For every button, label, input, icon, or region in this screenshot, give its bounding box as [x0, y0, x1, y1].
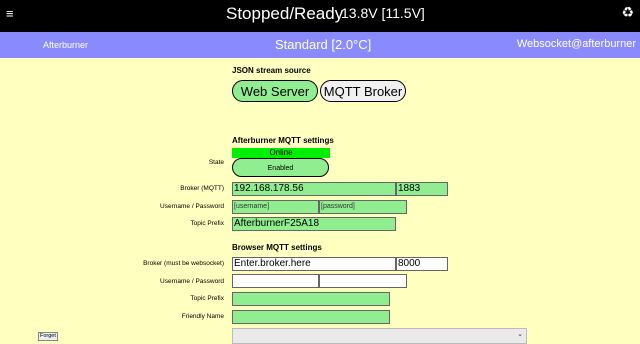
- browser-password-field[interactable]: [319, 274, 407, 288]
- recycle-icon[interactable]: ♻: [621, 4, 634, 21]
- browser-topic-label: Topic Prefix: [190, 295, 224, 302]
- chevron-down-icon: ⌄: [517, 331, 523, 338]
- afterburner-mqtt-title: Afterburner MQTT settings: [232, 136, 334, 145]
- browser-username-field[interactable]: [232, 274, 319, 288]
- top-status-bar: ≡ Stopped/Ready 13.8V [11.5V] ♻: [0, 0, 640, 32]
- menu-icon[interactable]: ≡: [6, 6, 14, 21]
- browser-mqtt-title: Browser MQTT settings: [232, 243, 322, 252]
- friendly-name-label: Friendly Name: [181, 313, 224, 320]
- username-field[interactable]: [username]: [232, 200, 319, 214]
- browser-broker-port-field[interactable]: 8000: [396, 257, 448, 271]
- topic-field[interactable]: AfterburnerF25A18: [232, 217, 396, 231]
- forget-button[interactable]: Forget: [38, 332, 58, 341]
- friendly-name-field[interactable]: [232, 310, 390, 324]
- mode-status: Standard [2.0°C]: [275, 37, 372, 52]
- mqtt-broker-button[interactable]: MQTT Broker: [320, 80, 406, 102]
- browser-broker-label: Broker (must be websocket): [143, 260, 224, 267]
- web-server-button[interactable]: Web Server: [232, 80, 318, 102]
- broker-port-field[interactable]: 1883: [396, 182, 448, 196]
- mode-bar: Afterburner Standard [2.0°C] Websocket@a…: [0, 32, 640, 58]
- state-online-indicator: Online: [232, 148, 330, 158]
- userpass-label: Username / Password: [160, 203, 224, 210]
- battery-voltage: 13.8V [11.5V]: [341, 5, 425, 21]
- json-source-title: JSON stream source: [232, 66, 311, 75]
- broker-host-field[interactable]: 192.168.178.56: [232, 182, 396, 196]
- enabled-toggle[interactable]: Enabled: [232, 158, 329, 177]
- connection-status: Websocket@afterburner: [516, 38, 636, 50]
- device-name: Afterburner: [43, 40, 89, 50]
- topic-label: Topic Prefix: [190, 220, 224, 227]
- run-status: Stopped/Ready: [226, 4, 344, 23]
- browser-broker-host-field[interactable]: Enter.broker.here: [232, 257, 396, 271]
- browser-topic-field[interactable]: [232, 292, 390, 306]
- broker-label: Broker (MQTT): [180, 185, 224, 192]
- password-field[interactable]: [password]: [319, 200, 407, 214]
- state-label: State: [208, 159, 224, 166]
- browser-userpass-label: Username / Password: [160, 278, 224, 285]
